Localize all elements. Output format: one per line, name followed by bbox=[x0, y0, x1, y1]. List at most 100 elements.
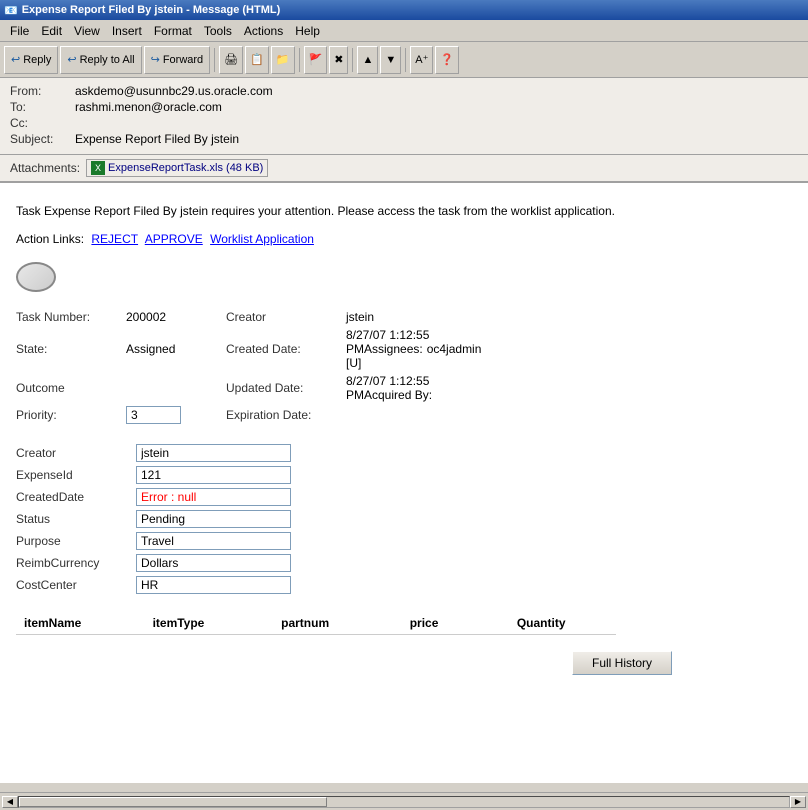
menu-edit[interactable]: Edit bbox=[35, 22, 68, 40]
menu-file[interactable]: File bbox=[4, 22, 35, 40]
email-body: Task Expense Report Filed By jstein requ… bbox=[0, 183, 808, 783]
menu-insert[interactable]: Insert bbox=[106, 22, 148, 40]
forward-icon: ↪ bbox=[151, 53, 160, 66]
creator-field-value bbox=[136, 442, 291, 464]
menu-format[interactable]: Format bbox=[148, 22, 198, 40]
expenseid-input[interactable] bbox=[136, 466, 291, 484]
subject-label: Subject: bbox=[10, 132, 75, 146]
attachment-name: ExpenseReportTask.xls (48 KB) bbox=[108, 162, 263, 174]
worklist-link[interactable]: Worklist Application bbox=[210, 232, 314, 246]
scroll-right-button[interactable]: ▶ bbox=[790, 796, 806, 808]
menu-bar: File Edit View Insert Format Tools Actio… bbox=[0, 20, 808, 42]
reimbcurrency-field-label: ReimbCurrency bbox=[16, 552, 136, 574]
subject-row: Subject: Expense Report Filed By jstein bbox=[10, 132, 798, 146]
task-number-value: 200002 bbox=[126, 308, 226, 326]
attachment-link[interactable]: X ExpenseReportTask.xls (48 KB) bbox=[86, 159, 268, 177]
createddate-field-value bbox=[136, 486, 291, 508]
action-links-label: Action Links: bbox=[16, 232, 84, 246]
excel-icon: X bbox=[91, 161, 105, 175]
move-button[interactable]: 📁 bbox=[271, 46, 295, 74]
scrollbar-thumb bbox=[19, 797, 327, 807]
toolbar: ↩ Reply ↩ Reply to All ↪ Forward 🖨 📋 📁 🚩… bbox=[0, 42, 808, 78]
delete-button[interactable]: ✖ bbox=[329, 46, 348, 74]
approve-link[interactable]: APPROVE bbox=[145, 232, 203, 246]
col-partnum: partnum bbox=[273, 612, 402, 635]
menu-view[interactable]: View bbox=[68, 22, 106, 40]
task-number-label: Task Number: bbox=[16, 308, 126, 326]
outcome-value bbox=[126, 372, 226, 404]
prev-icon: ▲ bbox=[362, 54, 373, 66]
bpel-icon bbox=[16, 262, 56, 292]
email-headers: From: askdemo@usunnbc29.us.oracle.com To… bbox=[0, 78, 808, 155]
purpose-input[interactable] bbox=[136, 532, 291, 550]
acquired-by-label: Acquired By: bbox=[364, 388, 432, 402]
forward-button[interactable]: ↪ Forward bbox=[144, 46, 211, 74]
next-button[interactable]: ▼ bbox=[380, 46, 401, 74]
expiration-date-label: Expiration Date: bbox=[226, 404, 346, 426]
scroll-left-button[interactable]: ◀ bbox=[2, 796, 18, 808]
col-price: price bbox=[402, 612, 509, 635]
form-row-reimbcurrency: ReimbCurrency bbox=[16, 552, 291, 574]
print-button[interactable]: 🖨 bbox=[219, 46, 243, 74]
costcenter-input[interactable] bbox=[136, 576, 291, 594]
assignees-label: Assignees: bbox=[364, 342, 423, 356]
from-row: From: askdemo@usunnbc29.us.oracle.com bbox=[10, 84, 798, 98]
delete-icon: ✖ bbox=[334, 53, 343, 66]
creator-label: Creator bbox=[226, 308, 346, 326]
priority-input[interactable] bbox=[126, 406, 181, 424]
form-table: Creator ExpenseId CreatedDate Status bbox=[16, 442, 291, 596]
items-table-section: itemName itemType partnum price Quantity bbox=[16, 612, 792, 635]
title-bar-text: Expense Report Filed By jstein - Message… bbox=[22, 4, 281, 16]
form-row-costcenter: CostCenter bbox=[16, 574, 291, 596]
toolbar-separator-2 bbox=[299, 48, 300, 72]
cc-row: Cc: bbox=[10, 116, 798, 130]
attachments-row: Attachments: X ExpenseReportTask.xls (48… bbox=[0, 155, 808, 183]
help-button[interactable]: ❓ bbox=[435, 46, 459, 74]
form-row-createddate: CreatedDate bbox=[16, 486, 291, 508]
status-input[interactable] bbox=[136, 510, 291, 528]
task-details-section: Task Number: 200002 Creator jstein State… bbox=[16, 308, 792, 426]
toolbar-separator-4 bbox=[405, 48, 406, 72]
copy-button[interactable]: 📋 bbox=[245, 46, 269, 74]
reply-all-icon: ↩ bbox=[67, 53, 76, 66]
expenseid-field-value bbox=[136, 464, 291, 486]
col-itemname: itemName bbox=[16, 612, 145, 635]
form-row-expenseid: ExpenseId bbox=[16, 464, 291, 486]
col-itemtype: itemType bbox=[145, 612, 274, 635]
to-value: rashmi.menon@oracle.com bbox=[75, 100, 222, 114]
createddate-input[interactable] bbox=[136, 488, 291, 506]
copy-icon: 📋 bbox=[250, 53, 264, 66]
full-history-button[interactable]: Full History bbox=[572, 651, 672, 675]
reimbcurrency-input[interactable] bbox=[136, 554, 291, 572]
flag-button[interactable]: 🚩 bbox=[304, 46, 328, 74]
purpose-field-label: Purpose bbox=[16, 530, 136, 552]
outcome-label: Outcome bbox=[16, 372, 126, 404]
purpose-field-value bbox=[136, 530, 291, 552]
horizontal-scrollbar[interactable] bbox=[18, 796, 790, 808]
priority-label: Priority: bbox=[16, 404, 126, 426]
updated-date-label: Updated Date: bbox=[226, 372, 346, 404]
form-row-creator: Creator bbox=[16, 442, 291, 464]
menu-tools[interactable]: Tools bbox=[198, 22, 238, 40]
toolbar-separator-1 bbox=[214, 48, 215, 72]
creator-input[interactable] bbox=[136, 444, 291, 462]
state-value: Assigned bbox=[126, 326, 226, 372]
menu-actions[interactable]: Actions bbox=[238, 22, 289, 40]
reply-label: Reply bbox=[23, 54, 51, 66]
full-history-section: Full History bbox=[16, 651, 672, 675]
font-size-button[interactable]: A⁺ bbox=[410, 46, 433, 74]
reply-icon: ↩ bbox=[11, 53, 20, 66]
to-row: To: rashmi.menon@oracle.com bbox=[10, 100, 798, 114]
reply-all-button[interactable]: ↩ Reply to All bbox=[60, 46, 141, 74]
col-quantity: Quantity bbox=[509, 612, 616, 635]
attachments-label: Attachments: bbox=[10, 161, 80, 175]
menu-help[interactable]: Help bbox=[289, 22, 326, 40]
reply-button[interactable]: ↩ Reply bbox=[4, 46, 58, 74]
form-row-status: Status bbox=[16, 508, 291, 530]
prev-button[interactable]: ▲ bbox=[357, 46, 378, 74]
subject-value: Expense Report Filed By jstein bbox=[75, 132, 239, 146]
task-logo bbox=[16, 262, 792, 292]
reject-link[interactable]: REJECT bbox=[91, 232, 138, 246]
font-size-icon: A⁺ bbox=[415, 53, 428, 66]
notification-text: Task Expense Report Filed By jstein requ… bbox=[16, 203, 792, 220]
